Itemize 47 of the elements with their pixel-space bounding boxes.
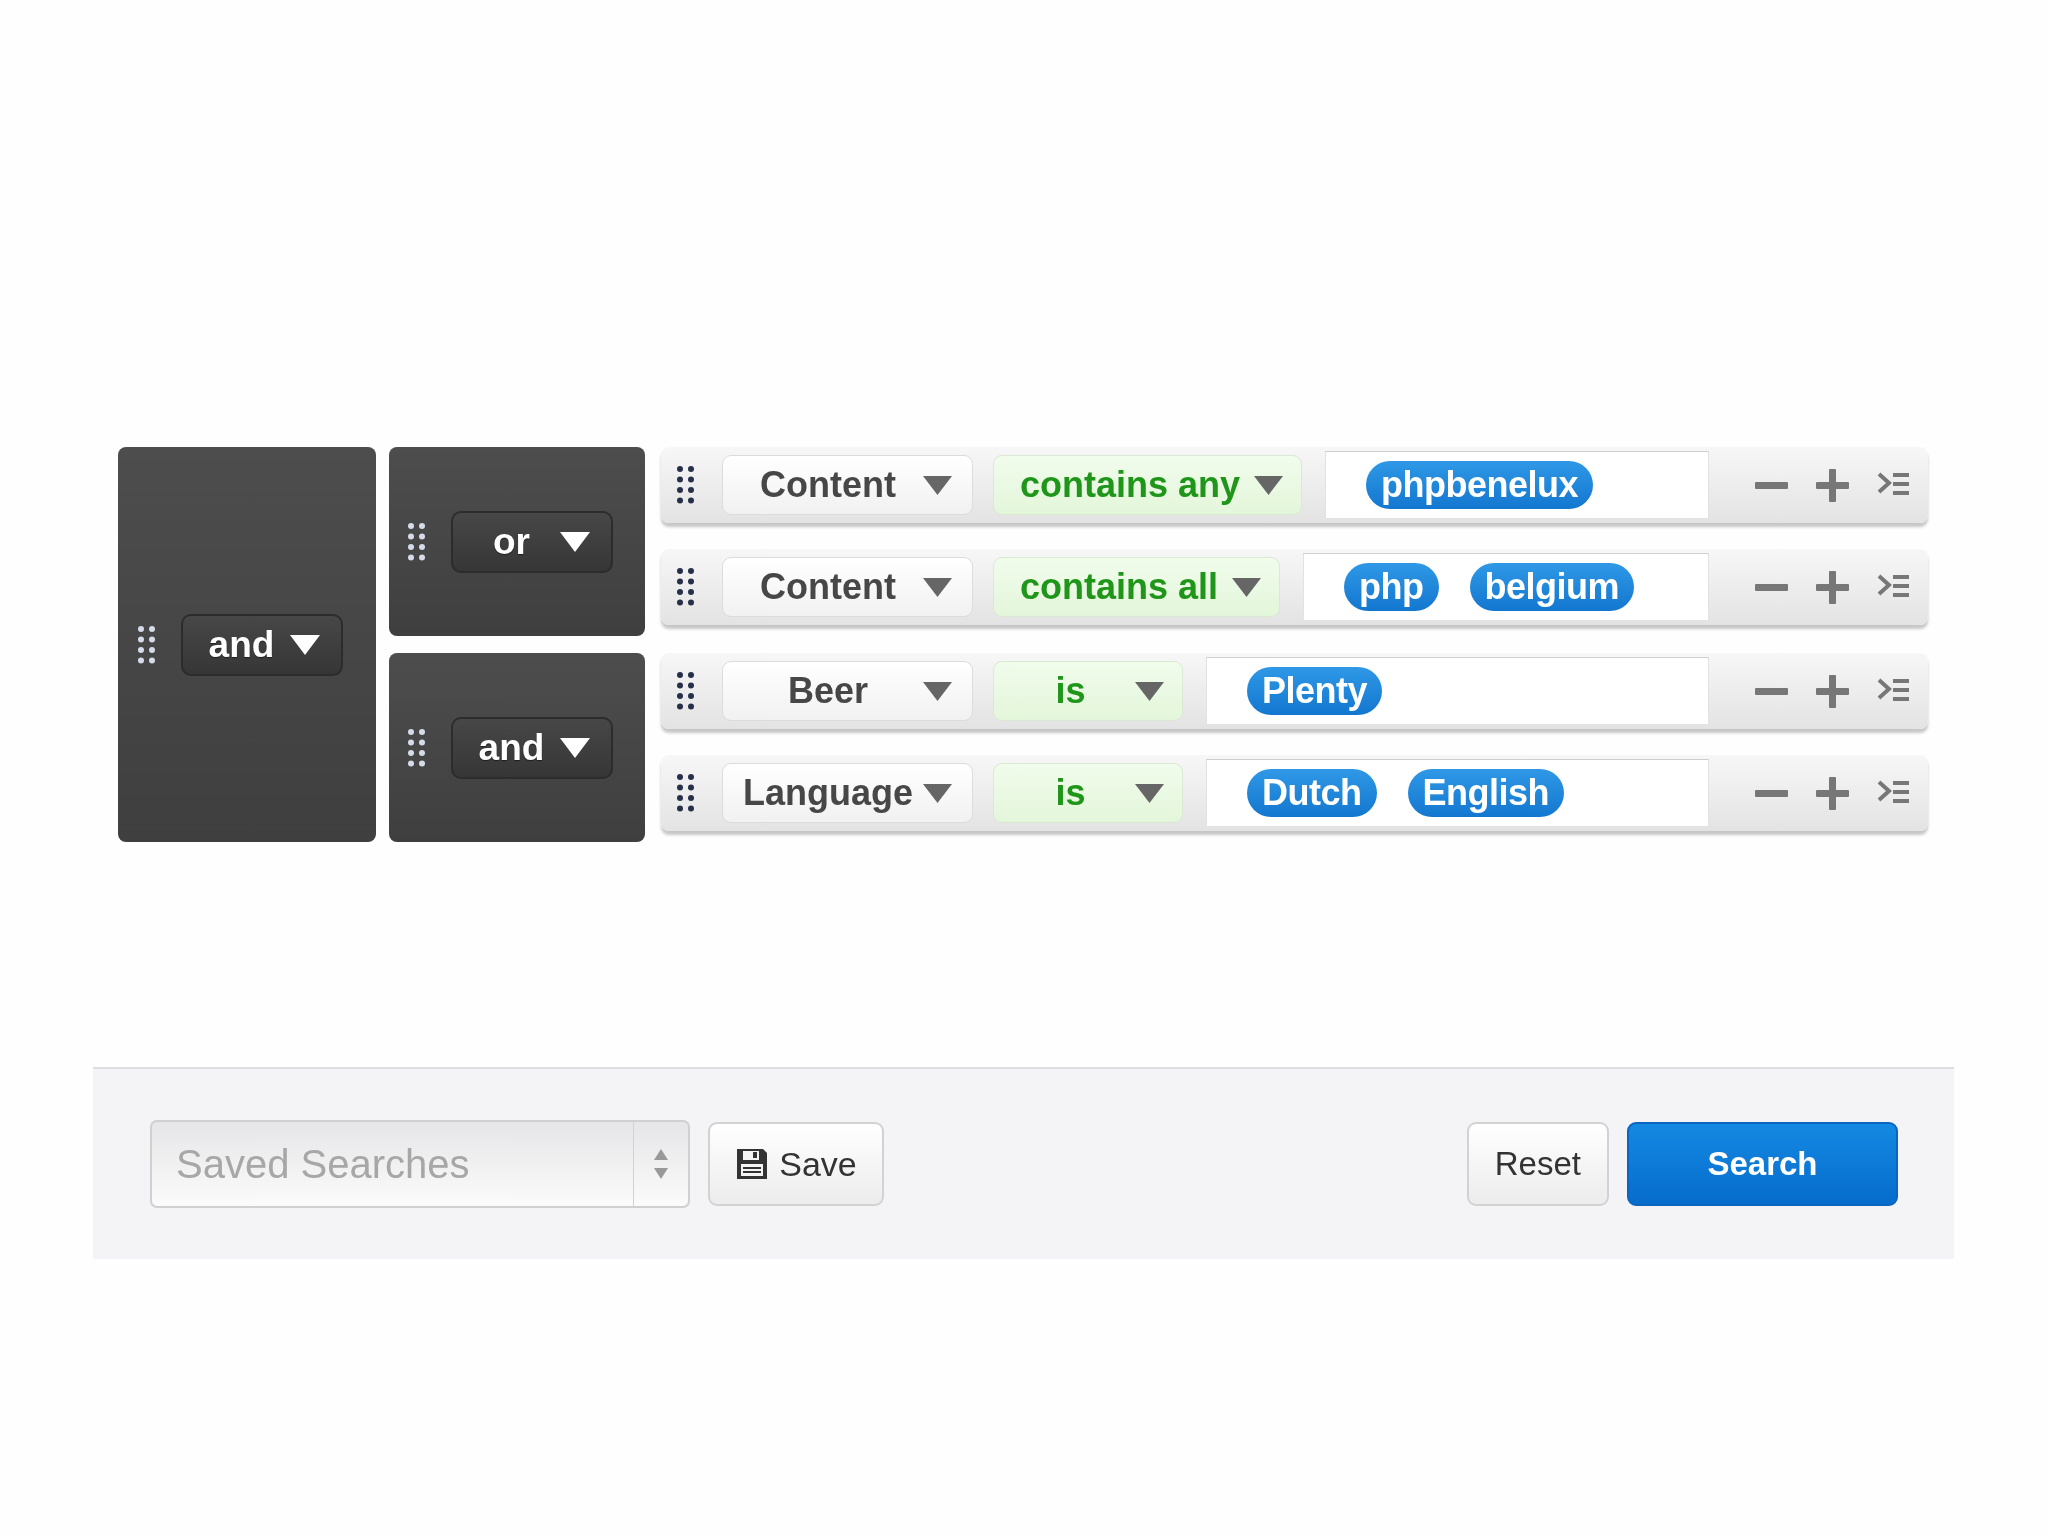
caret-icon	[923, 681, 952, 701]
save-button[interactable]: Save	[708, 1122, 884, 1206]
caret-icon	[923, 783, 952, 803]
operator-dropdown[interactable]: contains all	[993, 557, 1281, 617]
operator-dropdown[interactable]: contains any	[993, 455, 1303, 515]
operator-dropdown[interactable]: is	[993, 763, 1183, 823]
operator-dropdown[interactable]: is	[993, 661, 1183, 721]
group-operator-dropdown[interactable]: or	[451, 510, 613, 573]
value-field[interactable]: phpbenelux	[1325, 451, 1709, 519]
value-tag: English	[1407, 769, 1564, 817]
caret-icon	[1254, 475, 1284, 495]
caret-icon	[560, 531, 590, 552]
drag-handle-icon[interactable]	[407, 521, 426, 562]
caret-icon	[1135, 783, 1164, 803]
field-dropdown[interactable]: Content	[722, 557, 973, 617]
value-tag: php	[1344, 563, 1439, 611]
plus-icon[interactable]	[1816, 468, 1849, 502]
value-field[interactable]: php belgium	[1303, 553, 1709, 621]
plus-icon[interactable]	[1816, 776, 1849, 810]
value-field[interactable]: Plenty	[1206, 657, 1709, 725]
value-tag: belgium	[1469, 563, 1635, 611]
caret-icon	[1232, 577, 1262, 597]
plus-icon[interactable]	[1816, 570, 1849, 604]
drag-handle-icon[interactable]	[676, 567, 695, 607]
group-operator-dropdown[interactable]: and	[181, 613, 343, 676]
caret-icon	[923, 577, 952, 597]
drag-handle-icon[interactable]	[137, 624, 156, 665]
caret-icon	[560, 737, 590, 758]
value-tag: phpbenelux	[1366, 461, 1594, 509]
reset-button[interactable]: Reset	[1466, 1122, 1609, 1206]
drag-handle-icon[interactable]	[676, 465, 695, 505]
drag-handle-icon[interactable]	[676, 671, 695, 711]
drag-handle-icon[interactable]	[676, 773, 695, 813]
group-operator-dropdown[interactable]: and	[451, 716, 613, 779]
plus-icon[interactable]	[1816, 674, 1849, 708]
search-button[interactable]: Search	[1627, 1122, 1898, 1206]
value-tag: Dutch	[1247, 769, 1377, 817]
sort-arrows-icon	[651, 1147, 671, 1181]
field-dropdown[interactable]: Language	[722, 763, 973, 823]
caret-icon	[290, 634, 320, 655]
value-field[interactable]: Dutch English	[1206, 759, 1709, 827]
caret-icon	[1135, 681, 1164, 701]
drag-handle-icon[interactable]	[407, 727, 426, 768]
value-tag: Plenty	[1247, 667, 1383, 715]
field-dropdown[interactable]: Beer	[722, 661, 973, 721]
caret-icon	[923, 475, 952, 495]
field-dropdown[interactable]: Content	[722, 455, 973, 515]
